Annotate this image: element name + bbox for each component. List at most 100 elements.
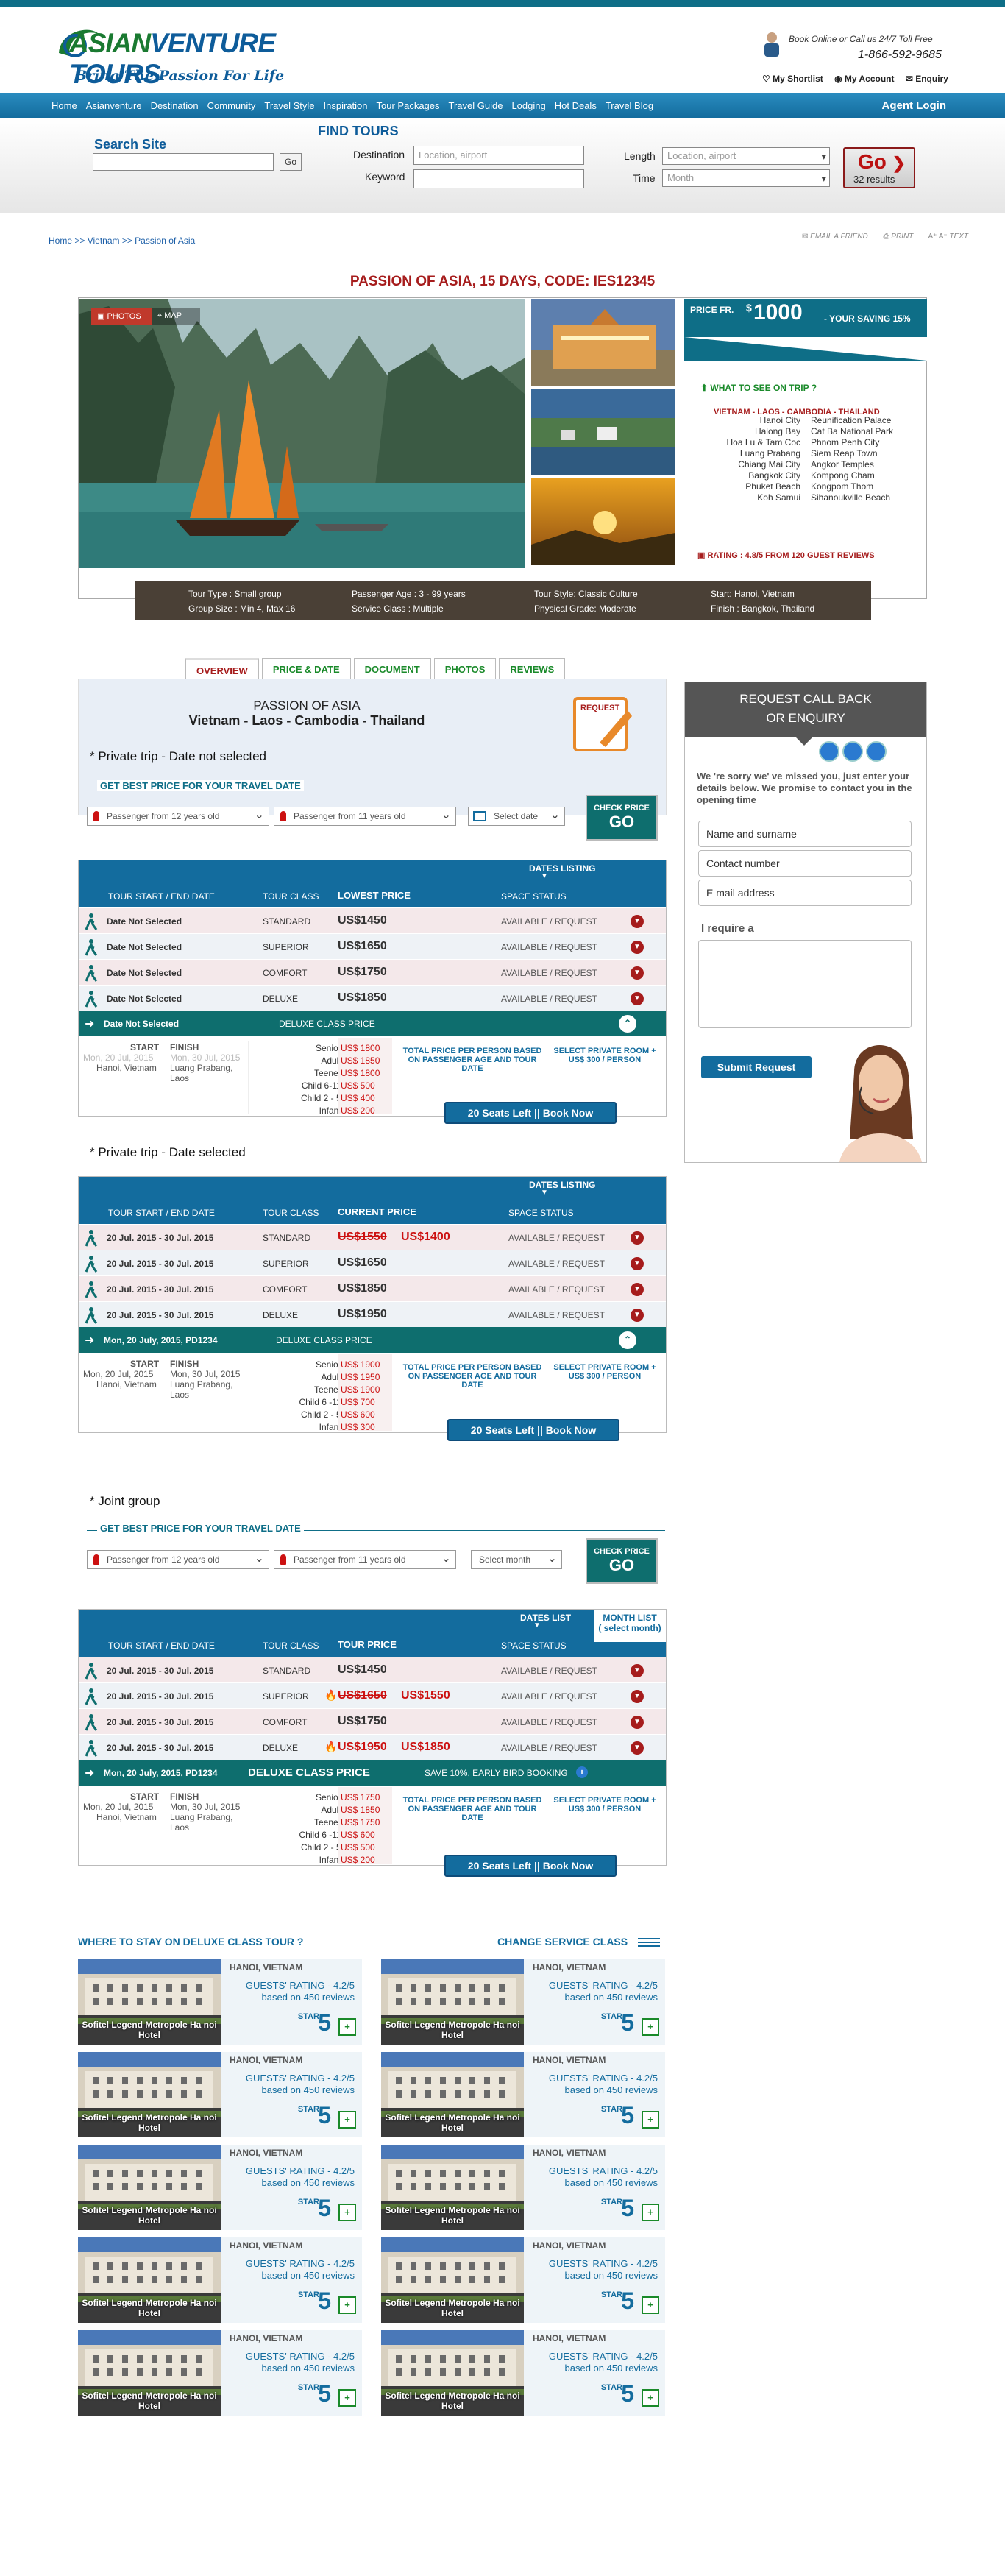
- table-row[interactable]: 20 Jul. 2015 - 30 Jul. 2015 STANDARD US$15…: [79, 1224, 666, 1250]
- hotel-photo[interactable]: Sofitel Legend Metropole Ha noi Hotel: [381, 2052, 524, 2137]
- hotel-name[interactable]: Sofitel Legend Metropole Ha noi Hotel: [381, 2298, 524, 2318]
- table-row[interactable]: Date Not Selected STANDARD US$1450 AVAILABL…: [79, 907, 666, 933]
- hotel-name[interactable]: Sofitel Legend Metropole Ha noi Hotel: [78, 2391, 221, 2411]
- select-date-input[interactable]: Select date: [468, 807, 565, 826]
- nav-travel-blog[interactable]: Travel Blog: [606, 100, 653, 111]
- tab-overview[interactable]: OVERVIEW: [185, 658, 259, 680]
- table-row[interactable]: 20 Jul. 2015 - 30 Jul. 2015 COMFORT US$175…: [79, 1708, 666, 1734]
- expand-icon[interactable]: ▼: [631, 1741, 644, 1755]
- add-to-list-icon[interactable]: +: [338, 2018, 356, 2036]
- hotel-card[interactable]: Sofitel Legend Metropole Ha noi Hotel HAN…: [78, 2330, 362, 2416]
- hotel-photo[interactable]: Sofitel Legend Metropole Ha noi Hotel: [78, 2237, 221, 2323]
- hotel-photo[interactable]: Sofitel Legend Metropole Ha noi Hotel: [78, 2330, 221, 2416]
- destination-input[interactable]: Location, airport: [413, 146, 584, 165]
- book-now-button[interactable]: 20 Seats Left || Book Now: [444, 1855, 617, 1877]
- find-tours-go-button[interactable]: Go ❯ 32 results: [843, 147, 915, 188]
- add-to-list-icon[interactable]: +: [642, 2018, 659, 2036]
- hotel-card[interactable]: Sofitel Legend Metropole Ha noi Hotel HAN…: [381, 2052, 665, 2137]
- table-row[interactable]: 20 Jul. 2015 - 30 Jul. 2015 SUPERIOR US$16…: [79, 1250, 666, 1275]
- contact-number-field[interactable]: Contact number: [698, 850, 912, 877]
- social-icon-3[interactable]: [866, 741, 887, 762]
- expand-icon[interactable]: ▼: [631, 1664, 644, 1677]
- collapse-icon[interactable]: ⌃: [619, 1331, 636, 1349]
- hotel-photo[interactable]: Sofitel Legend Metropole Ha noi Hotel: [381, 2330, 524, 2416]
- hotel-photo[interactable]: Sofitel Legend Metropole Ha noi Hotel: [381, 2145, 524, 2230]
- add-to-list-icon[interactable]: +: [642, 2389, 659, 2407]
- email-friend-link[interactable]: ✉ EMAIL A FRIEND: [802, 233, 868, 241]
- text-size-link[interactable]: A⁺ A⁻ TEXT: [928, 233, 968, 241]
- hotel-card[interactable]: Sofitel Legend Metropole Ha noi Hotel HAN…: [78, 2145, 362, 2230]
- change-service-class-link[interactable]: CHANGE SERVICE CLASS: [497, 1936, 660, 1949]
- dates-listing-link[interactable]: DATES LISTING: [529, 1180, 595, 1190]
- hotel-card[interactable]: Sofitel Legend Metropole Ha noi Hotel HAN…: [381, 2330, 665, 2416]
- expand-icon[interactable]: ▼: [631, 1231, 644, 1245]
- table-row[interactable]: Date Not Selected SUPERIOR US$1650 AVAILABL…: [79, 933, 666, 959]
- collapse-icon[interactable]: ⌃: [619, 1015, 636, 1033]
- expand-icon[interactable]: ▼: [631, 992, 644, 1005]
- time-select[interactable]: Month: [662, 169, 830, 187]
- add-to-list-icon[interactable]: +: [642, 2296, 659, 2314]
- account-link[interactable]: ◉ My Account: [834, 74, 894, 84]
- agent-login-link[interactable]: Agent Login: [882, 99, 946, 112]
- email-field[interactable]: E mail address: [698, 880, 912, 906]
- passenger-11-select[interactable]: Passenger from 11 years old: [274, 1550, 456, 1569]
- hotel-card[interactable]: Sofitel Legend Metropole Ha noi Hotel HAN…: [381, 2145, 665, 2230]
- enquiry-link[interactable]: ✉ Enquiry: [906, 74, 948, 84]
- tour-rating[interactable]: ▣ RATING : 4.8/5 FROM 120 GUEST REVIEWS: [697, 551, 875, 560]
- private-room-note[interactable]: SELECT PRIVATE ROOM + US$ 300 / PERSON: [550, 1047, 660, 1064]
- phone-number[interactable]: 1-866-592-9685: [858, 49, 942, 62]
- thumb-sunset[interactable]: [531, 478, 675, 565]
- expand-icon[interactable]: ▼: [631, 915, 644, 928]
- table-row[interactable]: Date Not Selected COMFORT US$1750 AVAILABLE…: [79, 959, 666, 985]
- hotel-name[interactable]: Sofitel Legend Metropole Ha noi Hotel: [78, 2298, 221, 2318]
- request-icon[interactable]: REQUEST: [570, 691, 632, 757]
- expand-icon[interactable]: ▼: [631, 1257, 644, 1270]
- hotel-name[interactable]: Sofitel Legend Metropole Ha noi Hotel: [381, 2020, 524, 2040]
- selected-row-bar[interactable]: ➜ Mon, 20 July, 2015, PD1234 DELUXE CLASS …: [79, 1760, 666, 1786]
- expand-icon[interactable]: ▼: [631, 941, 644, 954]
- table-row[interactable]: 20 Jul. 2015 - 30 Jul. 2015 DELUXE 🔥 US$195…: [79, 1734, 666, 1760]
- hotel-card[interactable]: Sofitel Legend Metropole Ha noi Hotel HAN…: [381, 1959, 665, 2045]
- private-room-note[interactable]: SELECT PRIVATE ROOM + US$ 300 / PERSON: [550, 1796, 660, 1814]
- expand-icon[interactable]: ▼: [631, 1716, 644, 1729]
- table-row[interactable]: Date Not Selected DELUXE US$1850 AVAILABLE …: [79, 985, 666, 1011]
- breadcrumb[interactable]: Home >> Vietnam >> Passion of Asia: [49, 236, 195, 246]
- add-to-list-icon[interactable]: +: [338, 2204, 356, 2221]
- hotel-photo[interactable]: Sofitel Legend Metropole Ha noi Hotel: [381, 2237, 524, 2323]
- keyword-input[interactable]: [413, 169, 584, 188]
- nav-travel-style[interactable]: Travel Style: [264, 100, 314, 111]
- tab-reviews[interactable]: REVIEWS: [499, 658, 566, 680]
- tab-document[interactable]: DOCUMENT: [353, 658, 431, 680]
- require-textarea[interactable]: [698, 940, 912, 1028]
- nav-home[interactable]: Home: [52, 100, 77, 111]
- thumb-opera-house[interactable]: [531, 299, 675, 386]
- hotel-card[interactable]: Sofitel Legend Metropole Ha noi Hotel HAN…: [78, 2052, 362, 2137]
- hotel-name[interactable]: Sofitel Legend Metropole Ha noi Hotel: [381, 2205, 524, 2226]
- passenger-12-select[interactable]: Passenger from 12 years old: [87, 807, 269, 826]
- add-to-list-icon[interactable]: +: [338, 2296, 356, 2314]
- shortlist-link[interactable]: ♡ My Shortlist: [762, 74, 823, 84]
- hotel-photo[interactable]: Sofitel Legend Metropole Ha noi Hotel: [78, 2052, 221, 2137]
- nav-lodging[interactable]: Lodging: [511, 100, 545, 111]
- check-price-button[interactable]: CHECK PRICE GO: [586, 1538, 658, 1584]
- nav-destination[interactable]: Destination: [151, 100, 199, 111]
- add-to-list-icon[interactable]: +: [642, 2111, 659, 2129]
- hotel-name[interactable]: Sofitel Legend Metropole Ha noi Hotel: [78, 2112, 221, 2133]
- select-month-dropdown[interactable]: Select month: [471, 1550, 562, 1569]
- hotel-name[interactable]: Sofitel Legend Metropole Ha noi Hotel: [381, 2391, 524, 2411]
- expand-icon[interactable]: ▼: [631, 1309, 644, 1322]
- add-to-list-icon[interactable]: +: [642, 2204, 659, 2221]
- hotel-name[interactable]: Sofitel Legend Metropole Ha noi Hotel: [381, 2112, 524, 2133]
- social-icon-2[interactable]: [842, 741, 863, 762]
- hero-photo[interactable]: [79, 299, 525, 568]
- hotel-photo[interactable]: Sofitel Legend Metropole Ha noi Hotel: [78, 1959, 221, 2045]
- hotel-name[interactable]: Sofitel Legend Metropole Ha noi Hotel: [78, 2020, 221, 2040]
- expand-icon[interactable]: ▼: [631, 1690, 644, 1703]
- selected-row-bar[interactable]: ➜ Mon, 20 July, 2015, PD1234 DELUXE CLASS …: [79, 1327, 666, 1353]
- site-search-input[interactable]: [93, 153, 274, 171]
- tab-photos[interactable]: PHOTOS: [433, 658, 497, 680]
- site-search-go-button[interactable]: Go: [280, 153, 302, 171]
- submit-request-button[interactable]: Submit Request: [701, 1056, 812, 1078]
- month-list-tab[interactable]: MONTH LIST( select month): [594, 1610, 666, 1642]
- expand-icon[interactable]: ▼: [631, 1283, 644, 1296]
